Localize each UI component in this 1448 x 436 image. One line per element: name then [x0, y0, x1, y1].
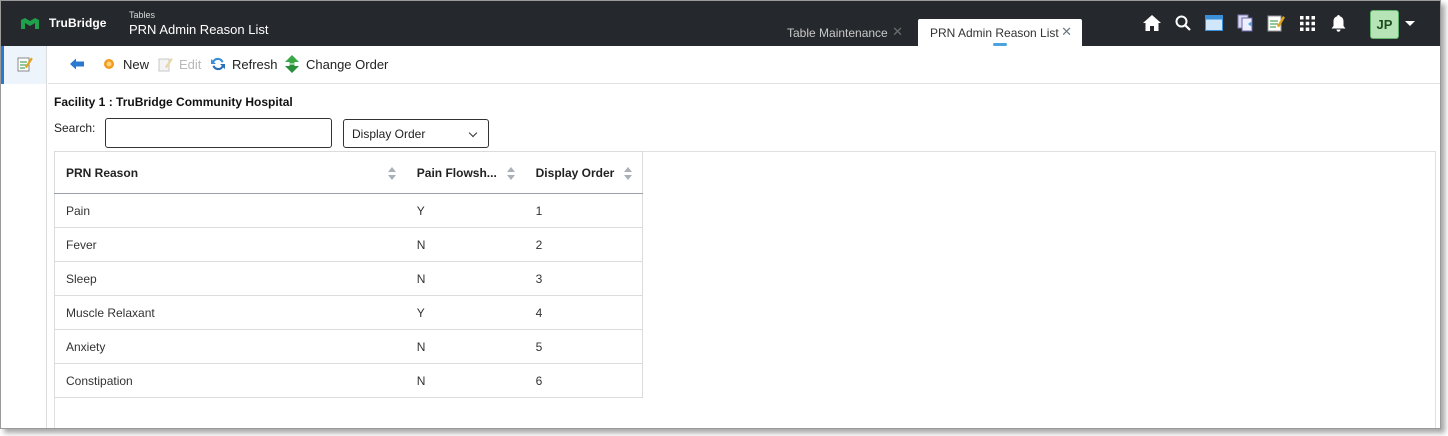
- cell-pain-flowsheet: Y: [405, 193, 525, 228]
- chevron-down-icon[interactable]: [1405, 21, 1415, 26]
- top-bar: TruBridge Tables PRN Admin Reason List T…: [1, 1, 1440, 46]
- column-header-pain-flowsheet[interactable]: Pain Flowsh...: [405, 151, 525, 194]
- prn-reason-table: PRN Reason Pain Flowsh... Display Order …: [53, 151, 643, 398]
- edit-button-label: Edit: [179, 56, 202, 72]
- cell-display-order: 5: [524, 329, 643, 364]
- brand[interactable]: TruBridge: [21, 16, 107, 30]
- trubridge-logo-icon: [21, 17, 39, 29]
- search-label: Search:: [54, 121, 96, 135]
- cell-display-order: 3: [524, 261, 643, 296]
- brand-name: TruBridge: [49, 16, 107, 30]
- tab-table-maintenance[interactable]: Table Maintenance ✕: [779, 19, 909, 46]
- change-order-button-label: Change Order: [306, 56, 389, 72]
- back-arrow-icon: [69, 56, 85, 72]
- table-row[interactable]: Anxiety N 5: [53, 329, 643, 364]
- table-row[interactable]: Sleep N 3: [53, 261, 643, 296]
- sort-order-selected: Display Order: [352, 126, 426, 141]
- chevron-down-icon: [468, 128, 478, 138]
- sort-order-select[interactable]: Display Order: [343, 119, 489, 148]
- avatar[interactable]: JP: [1370, 10, 1399, 39]
- sort-icon[interactable]: [624, 167, 633, 180]
- facility-title: Facility 1 : TruBridge Community Hospita…: [54, 95, 293, 109]
- close-icon[interactable]: ✕: [892, 25, 903, 38]
- edit-button[interactable]: Edit: [157, 56, 201, 72]
- table-header-row: PRN Reason Pain Flowsh... Display Order: [53, 151, 643, 194]
- column-header-label: PRN Reason: [66, 165, 139, 180]
- cell-prn-reason: Pain: [53, 193, 406, 228]
- documents-icon[interactable]: [1235, 13, 1255, 33]
- search-icon[interactable]: [1173, 13, 1193, 33]
- table-row[interactable]: Fever N 2: [53, 227, 643, 262]
- change-order-button[interactable]: Change Order: [284, 55, 389, 73]
- tab-label: Table Maintenance: [787, 25, 888, 40]
- back-button[interactable]: [69, 56, 91, 72]
- edit-icon: [157, 56, 173, 72]
- cell-pain-flowsheet: N: [405, 227, 525, 262]
- cell-prn-reason: Constipation: [53, 363, 406, 398]
- table-row[interactable]: Pain Y 1: [53, 193, 643, 228]
- cell-display-order: 1: [524, 193, 643, 228]
- cell-prn-reason: Anxiety: [53, 329, 406, 364]
- breadcrumb: Tables PRN Admin Reason List: [129, 10, 268, 37]
- close-icon[interactable]: ✕: [1061, 25, 1072, 38]
- cell-display-order: 2: [524, 227, 643, 262]
- breadcrumb-parent[interactable]: Tables: [129, 10, 268, 21]
- table-row[interactable]: Muscle Relaxant Y 4: [53, 295, 643, 330]
- new-button[interactable]: New: [101, 56, 149, 72]
- refresh-button[interactable]: Refresh: [210, 56, 278, 72]
- page-title: PRN Admin Reason List: [129, 22, 269, 37]
- refresh-button-label: Refresh: [232, 56, 278, 72]
- notes-icon[interactable]: [1266, 13, 1286, 33]
- search-input[interactable]: [105, 118, 332, 148]
- cell-pain-flowsheet: N: [405, 329, 525, 364]
- column-header-label: Pain Flowsh...: [416, 165, 497, 180]
- column-header-label: Display Order: [535, 165, 615, 180]
- home-icon[interactable]: [1142, 13, 1162, 33]
- cell-pain-flowsheet: Y: [405, 295, 525, 330]
- app-window: TruBridge Tables PRN Admin Reason List T…: [0, 0, 1441, 429]
- tab-prn-admin-reason-list[interactable]: PRN Admin Reason List ✕: [918, 19, 1082, 46]
- top-icon-bar: [1142, 13, 1359, 33]
- sort-icon[interactable]: [387, 167, 397, 180]
- apps-grid-icon[interactable]: [1297, 13, 1317, 33]
- edit-note-icon: [17, 56, 33, 75]
- left-rail: [1, 46, 47, 428]
- change-order-arrows-icon: [284, 55, 300, 73]
- cell-display-order: 4: [524, 295, 643, 330]
- cell-pain-flowsheet: N: [405, 261, 525, 296]
- rail-item-tables[interactable]: [1, 46, 46, 84]
- sort-icon[interactable]: [506, 167, 516, 180]
- cell-prn-reason: Fever: [53, 227, 406, 262]
- column-header-prn-reason[interactable]: PRN Reason: [53, 151, 406, 194]
- toolbar: New Edit Refresh Change Order: [48, 46, 1440, 84]
- cell-pain-flowsheet: N: [405, 363, 525, 398]
- new-button-label: New: [123, 56, 150, 72]
- column-header-display-order[interactable]: Display Order: [524, 151, 643, 194]
- window-icon[interactable]: [1204, 13, 1224, 33]
- tab-label: PRN Admin Reason List: [930, 25, 1059, 40]
- cell-display-order: 6: [524, 363, 643, 398]
- cell-prn-reason: Sleep: [53, 261, 406, 296]
- new-star-icon: [101, 56, 117, 72]
- bell-icon[interactable]: [1328, 13, 1348, 33]
- cell-prn-reason: Muscle Relaxant: [53, 295, 406, 330]
- refresh-icon: [210, 56, 226, 72]
- table-row[interactable]: Constipation N 6: [53, 363, 643, 398]
